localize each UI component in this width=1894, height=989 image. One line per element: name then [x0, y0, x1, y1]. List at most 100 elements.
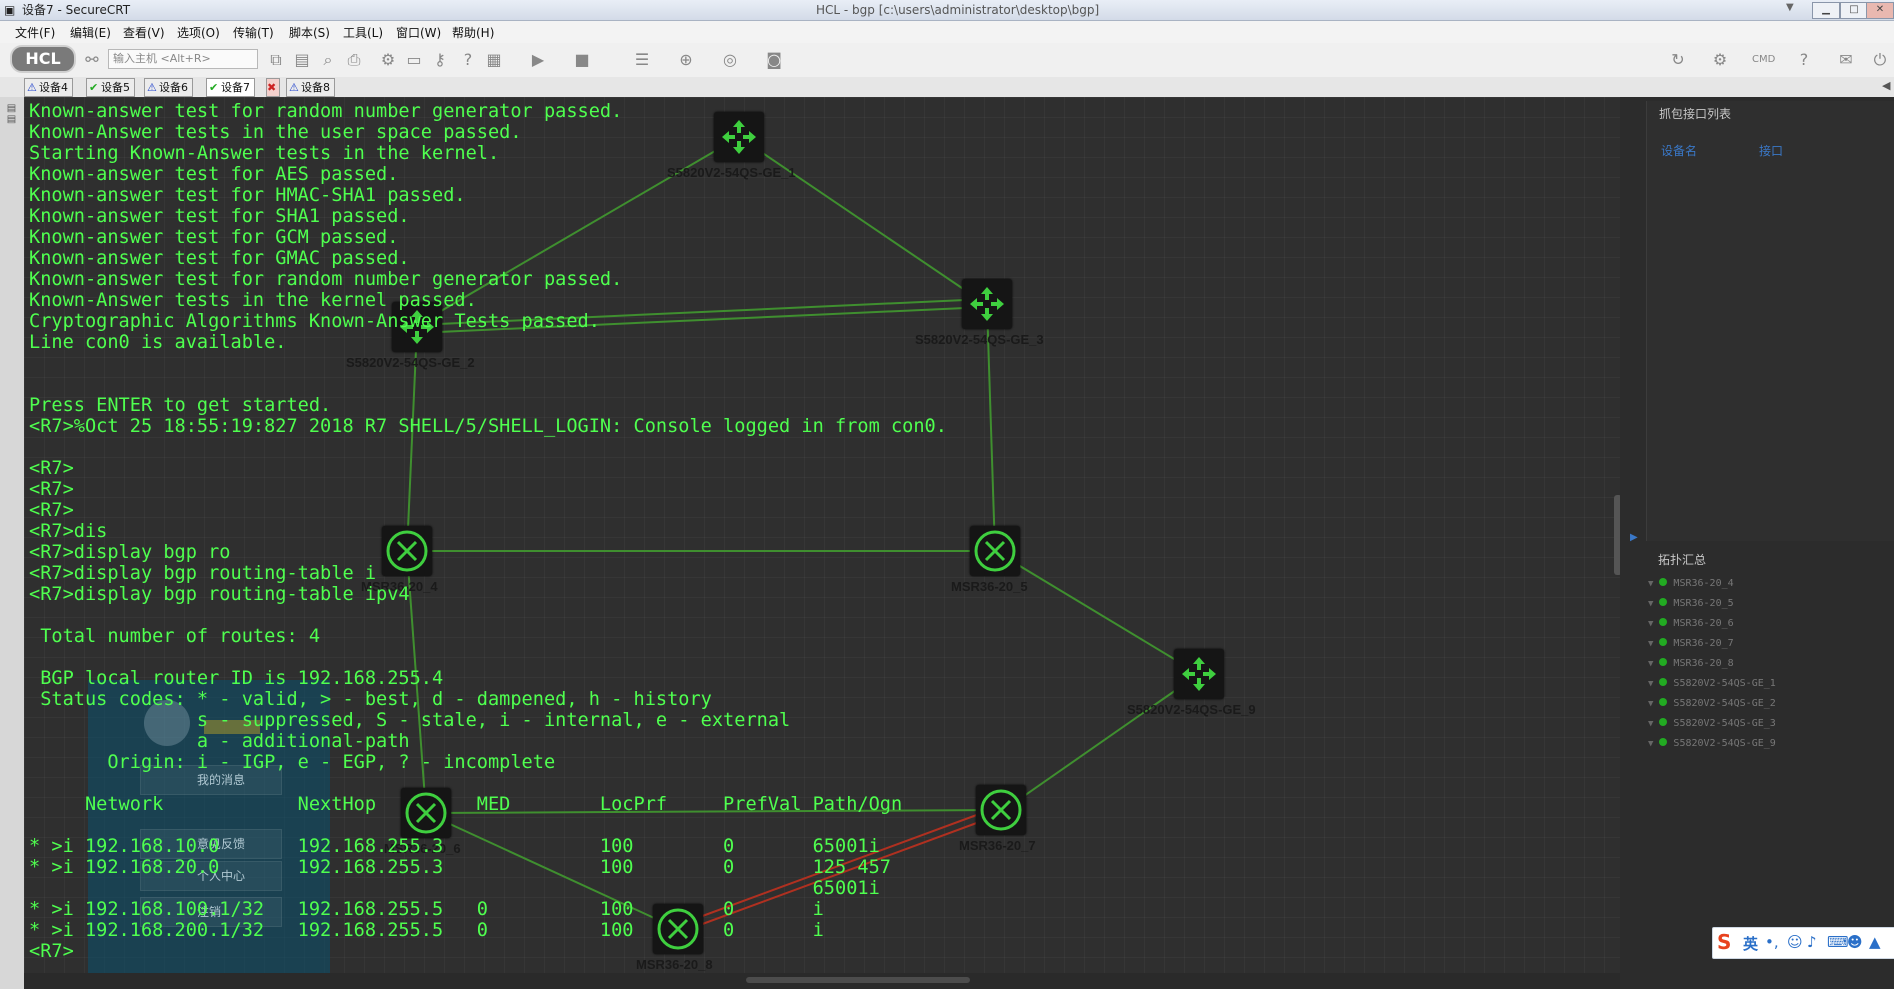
warning-icon: ⚠ — [27, 81, 37, 94]
host-input[interactable]: 输入主机 <Alt+R> — [108, 49, 258, 69]
interface-column: 接口 — [1759, 144, 1784, 158]
terminal-line: a - additional-path — [29, 731, 410, 752]
menu-options[interactable]: 选项(O) — [177, 24, 220, 41]
terminal-line: <R7> — [29, 479, 74, 500]
device-name-column: 设备名 — [1661, 144, 1698, 158]
terminal-line: Total number of routes: 4 — [29, 626, 321, 647]
toolbar: HCL ⚯ 输入主机 <Alt+R> ⧉ ▤ ⌕ ⎙ ⚙ ▭ ⚷ ? ▦ ▶ ■… — [0, 43, 1894, 78]
menu-view[interactable]: 查看(V) — [123, 24, 165, 41]
copy-icon[interactable]: ⧉ — [266, 50, 286, 70]
terminal-line: Known-Answer tests in the kernel passed. — [29, 290, 477, 311]
minimize-button[interactable]: ▁ — [1812, 2, 1840, 19]
terminal-line: <R7>display bgp ro — [29, 542, 231, 563]
menu-transfer[interactable]: 传输(T) — [233, 24, 274, 41]
ime-toolbar[interactable]: S 英 •, ☺ ♪ ⌨ ☻ ▲ — [1712, 927, 1894, 959]
list-icon[interactable]: ☰ — [632, 50, 652, 70]
terminal-line: Known-answer test for SHA1 passed. — [29, 206, 410, 227]
tab-device4[interactable]: ⚠ 设备4 — [24, 78, 73, 97]
panel-collapse-icon[interactable]: ▶ — [1630, 532, 1638, 543]
menu-bar: 文件(F) 编辑(E) 查看(V) 选项(O) 传输(T) 脚本(S) 工具(L… — [0, 21, 1894, 43]
power-icon[interactable]: ⏻ — [1870, 50, 1890, 70]
skin-icon[interactable]: ▲ — [1869, 933, 1881, 951]
topology-item[interactable]: ▼ S5820V2-54QS-GE_2 — [1648, 698, 1776, 709]
terminal-line: <R7>display bgp routing-table ipv4 — [29, 584, 410, 605]
punctuation-icon[interactable]: •, — [1765, 933, 1779, 951]
terminal-line: Line con0 is available. — [29, 332, 287, 353]
terminal-line: <R7>%Oct 25 18:55:19:827 2018 R7 SHELL/5… — [29, 416, 947, 437]
session-manager-strip[interactable]: ▤▤ — [0, 97, 25, 989]
help-icon[interactable]: ? — [458, 50, 478, 70]
key-icon[interactable]: ⚷ — [430, 50, 450, 70]
terminal-line: * >i 192.168.10.0 192.168.255.3 100 0 65… — [29, 836, 880, 857]
terminal-line: Press ENTER to get started. — [29, 395, 332, 416]
menu-script[interactable]: 脚本(S) — [289, 24, 330, 41]
menu-file[interactable]: 文件(F) — [15, 24, 55, 41]
router-icon[interactable] — [970, 526, 1020, 576]
terminal-line: BGP local router ID is 192.168.255.4 — [29, 668, 444, 689]
print-icon[interactable]: ⎙ — [344, 50, 364, 70]
tab-device5[interactable]: ✔ 设备5 — [86, 78, 135, 97]
app-icon: ▣ — [4, 3, 16, 17]
mic-icon[interactable]: ♪ — [1807, 933, 1817, 951]
topology-item[interactable]: ▼ MSR36-20_7 — [1648, 638, 1734, 649]
switch-icon[interactable] — [962, 279, 1012, 329]
cmd-icon[interactable]: CMD — [1752, 50, 1775, 70]
switch-icon[interactable] — [1174, 649, 1224, 699]
close-button[interactable]: ✕ — [1866, 2, 1894, 19]
hcl-logo: HCL — [10, 45, 76, 73]
find-icon[interactable]: ⌕ — [318, 50, 338, 70]
paste-icon[interactable]: ▤ — [292, 50, 312, 70]
topology-item[interactable]: ▼ S5820V2-54QS-GE_9 — [1648, 738, 1776, 749]
user-icon[interactable]: ☻ — [1847, 933, 1863, 951]
stop-icon[interactable]: ■ — [572, 50, 592, 70]
topology-item[interactable]: ▼ MSR36-20_5 — [1648, 598, 1734, 609]
error-icon: ✖ — [267, 81, 277, 94]
terminal-line: Known-answer test for random number gene… — [29, 269, 623, 290]
tab-scroll-icon[interactable]: ◀ — [1882, 79, 1890, 92]
check-icon: ✔ — [89, 81, 99, 94]
maximize-button[interactable]: □ — [1840, 2, 1868, 19]
question-icon[interactable]: ? — [1794, 50, 1814, 70]
topology-item[interactable]: ▼ MSR36-20_6 — [1648, 618, 1734, 629]
add-icon[interactable]: ⊕ — [676, 50, 696, 70]
router-icon[interactable] — [976, 785, 1026, 835]
menu-help[interactable]: 帮助(H) — [452, 24, 494, 41]
scroll-up-icon[interactable]: ▼ — [1786, 2, 1794, 13]
settings-icon[interactable]: ⚙ — [378, 50, 398, 70]
device-label: MSR36-20_7 — [959, 838, 1036, 853]
tab-device8[interactable]: ⚠ 设备8 — [286, 78, 335, 97]
terminal-line: <R7> — [29, 500, 74, 521]
topology-item[interactable]: ▼ S5820V2-54QS-GE_3 — [1648, 718, 1776, 729]
gear-icon[interactable]: ⚙ — [1710, 50, 1730, 70]
menu-window[interactable]: 窗口(W) — [396, 24, 441, 41]
capture-icon[interactable]: ◎ — [720, 50, 740, 70]
topology-item[interactable]: ▼ MSR36-20_8 — [1648, 658, 1734, 669]
refresh-icon[interactable]: ↻ — [1668, 50, 1688, 70]
topology-item[interactable]: ▼ MSR36-20_4 — [1648, 578, 1734, 589]
terminal-line: s - suppressed, S - stale, i - internal,… — [29, 710, 791, 731]
terminal-line: Known-answer test for GMAC passed. — [29, 248, 410, 269]
map-icon[interactable]: ▦ — [484, 50, 504, 70]
emoji-icon[interactable]: ☺ — [1787, 933, 1803, 951]
keymap-icon[interactable]: ▭ — [404, 50, 424, 70]
tab-disconnected[interactable]: ✖ — [266, 78, 280, 97]
title-bar: ▣ 设备7 - SecureCRT HCL - bgp [c:\users\ad… — [0, 0, 1894, 21]
terminal-line: Known-Answer tests in the user space pas… — [29, 122, 522, 143]
chat-icon[interactable]: ✉ — [1836, 50, 1856, 70]
tab-device6[interactable]: ⚠ 设备6 — [144, 78, 193, 97]
horizontal-scrollbar[interactable] — [746, 977, 970, 983]
menu-edit[interactable]: 编辑(E) — [70, 24, 111, 41]
ime-language[interactable]: 英 — [1743, 933, 1758, 954]
topology-item[interactable]: ▼ S5820V2-54QS-GE_1 — [1648, 678, 1776, 689]
terminal-area[interactable]: S5820V2-54QS-GE_1 S5820V2-54QS-GE_2 S582… — [24, 97, 1620, 973]
menu-tools[interactable]: 工具(L) — [343, 24, 383, 41]
terminal-output: Known-answer test for random number gene… — [29, 101, 947, 962]
session-manager-icon: ▤▤ — [6, 103, 17, 125]
start-icon[interactable]: ▶ — [528, 50, 548, 70]
link-icon[interactable]: ⚯ — [82, 50, 102, 70]
camera-icon[interactable]: ◙ — [764, 50, 784, 70]
keyboard-icon[interactable]: ⌨ — [1827, 933, 1849, 951]
tab-device7[interactable]: ✔ 设备7 — [206, 78, 255, 97]
